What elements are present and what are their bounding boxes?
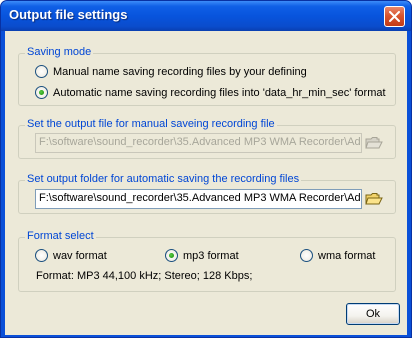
- wma-format-radio[interactable]: [300, 249, 313, 262]
- dialog-window: Output file settings Saving mode Manual …: [0, 0, 412, 338]
- wma-format-option[interactable]: wma format: [300, 249, 375, 262]
- title-bar[interactable]: Output file settings: [1, 1, 411, 31]
- auto-output-title: Set output folder for automatic saving t…: [25, 173, 302, 185]
- format-select-title: Format select: [25, 230, 96, 242]
- auto-output-path-field[interactable]: F:\software\sound_recorder\35.Advanced M…: [35, 189, 362, 209]
- wav-format-option[interactable]: wav format: [35, 249, 107, 262]
- close-icon: [389, 11, 400, 22]
- dialog-body: Saving mode Manual name saving recording…: [5, 31, 407, 335]
- wav-format-label: wav format: [53, 249, 107, 262]
- format-info-text: Format: MP3 44,100 kHz; Stereo; 128 Kbps…: [36, 270, 253, 282]
- mp3-format-radio[interactable]: [165, 249, 178, 262]
- window-title: Output file settings: [9, 7, 128, 22]
- automatic-name-radio[interactable]: [35, 86, 48, 99]
- close-button[interactable]: [384, 6, 405, 27]
- manual-output-title: Set the output file for manual saveing r…: [25, 118, 277, 130]
- auto-browse-button[interactable]: [364, 189, 384, 209]
- folder-icon: [365, 193, 383, 205]
- wma-format-label: wma format: [318, 249, 376, 262]
- manual-name-option[interactable]: Manual name saving recording files by yo…: [35, 65, 307, 78]
- ok-button[interactable]: Ok: [346, 303, 400, 325]
- manual-output-path-field: F:\software\sound_recorder\35.Advanced M…: [35, 133, 362, 153]
- automatic-name-label: Automatic name saving recording files in…: [53, 86, 386, 99]
- mp3-format-label: mp3 format: [183, 249, 239, 262]
- format-select-group: Format select: [18, 230, 396, 292]
- manual-browse-button: [364, 133, 384, 153]
- automatic-name-option[interactable]: Automatic name saving recording files in…: [35, 86, 386, 99]
- wav-format-radio[interactable]: [35, 249, 48, 262]
- manual-name-label: Manual name saving recording files by yo…: [53, 65, 307, 78]
- folder-icon: [365, 137, 383, 149]
- saving-mode-title: Saving mode: [25, 46, 94, 58]
- mp3-format-option[interactable]: mp3 format: [165, 249, 239, 262]
- manual-name-radio[interactable]: [35, 65, 48, 78]
